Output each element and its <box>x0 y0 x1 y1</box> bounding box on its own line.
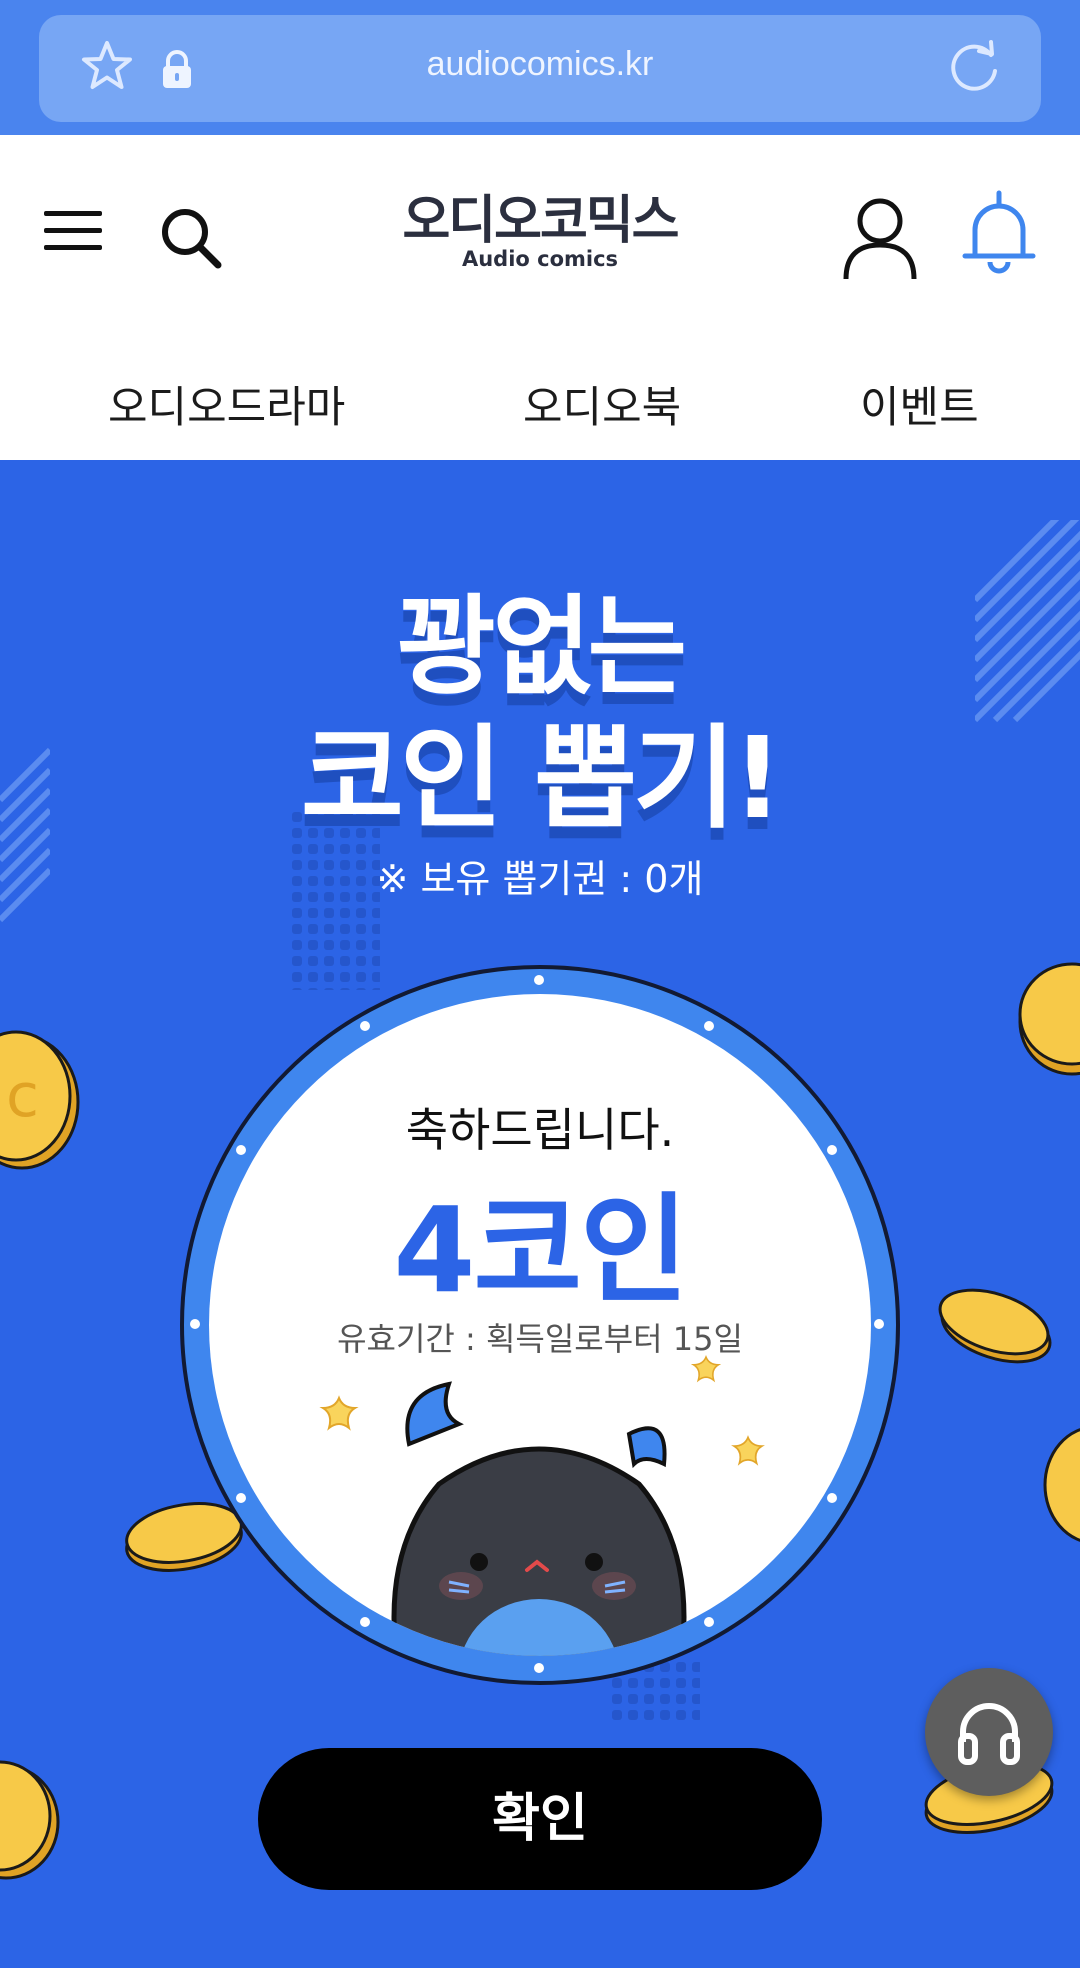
rim-dot <box>236 1493 246 1503</box>
rim-dot <box>360 1021 370 1031</box>
coin-decoration: c <box>0 1030 80 1170</box>
rim-dot <box>827 1493 837 1503</box>
url-text[interactable]: audiocomics.kr <box>39 45 1041 84</box>
main-nav: 오디오드라마 오디오북 이벤트 <box>0 355 1080 445</box>
reward-amount: 4코인 <box>393 1181 688 1319</box>
rim-dot <box>704 1021 714 1031</box>
result-circle: 축하드립니다. 4코인 유효기간 : 획득일로부터 15일 <box>180 965 900 1685</box>
search-icon[interactable] <box>158 205 224 271</box>
confirm-button[interactable]: 확인 <box>258 1748 822 1890</box>
sparkle-icon <box>731 1435 765 1466</box>
congrats-text: 축하드립니다. <box>405 1103 675 1157</box>
svg-text:c: c <box>6 1061 39 1131</box>
nav-item-audio-drama[interactable]: 오디오드라마 <box>108 373 345 435</box>
rim-dot <box>534 1663 544 1673</box>
headphones-icon <box>958 1703 1020 1765</box>
site-header: 오디오코믹스 Audio comics 오디오드라마 오디오북 이벤트 <box>0 135 1080 460</box>
event-banner: c 꽝없는 코인 뽑기! ※ 보유 뽑기권 : 0개 축하드립니다. 4코인 유… <box>0 460 1080 1968</box>
nav-item-event[interactable]: 이벤트 <box>860 373 979 435</box>
result-panel: 축하드립니다. 4코인 유효기간 : 획득일로부터 15일 <box>209 994 871 1656</box>
coin-decoration <box>1018 962 1080 1076</box>
menu-icon[interactable] <box>42 207 104 255</box>
audio-player-button[interactable] <box>925 1668 1053 1796</box>
rim-dot <box>190 1319 200 1329</box>
mascot-character <box>391 1381 687 1656</box>
reload-icon[interactable] <box>945 39 1003 97</box>
rim-dot <box>534 975 544 985</box>
rim-dot <box>874 1319 884 1329</box>
validity-text: 유효기간 : 획득일로부터 15일 <box>337 1320 743 1358</box>
browser-bar: audiocomics.kr <box>0 0 1080 135</box>
site-logo[interactable]: 오디오코믹스 Audio comics <box>395 190 685 290</box>
event-title-line2: 코인 뽑기! <box>300 714 783 844</box>
address-bar[interactable]: audiocomics.kr <box>39 15 1041 122</box>
sparkle-icon <box>319 1395 359 1431</box>
logo-korean: 오디오코믹스 <box>402 191 679 251</box>
coin-decoration <box>1043 1428 1080 1542</box>
ticket-count: ※ 보유 뽑기권 : 0개 <box>376 857 704 901</box>
rim-dot <box>704 1617 714 1627</box>
rim-dot <box>360 1617 370 1627</box>
coin-decoration <box>0 1760 60 1880</box>
coin-decoration <box>938 1288 1052 1364</box>
bell-icon[interactable] <box>960 190 1038 280</box>
nav-item-audio-book[interactable]: 오디오북 <box>523 373 681 435</box>
user-icon[interactable] <box>840 195 920 281</box>
